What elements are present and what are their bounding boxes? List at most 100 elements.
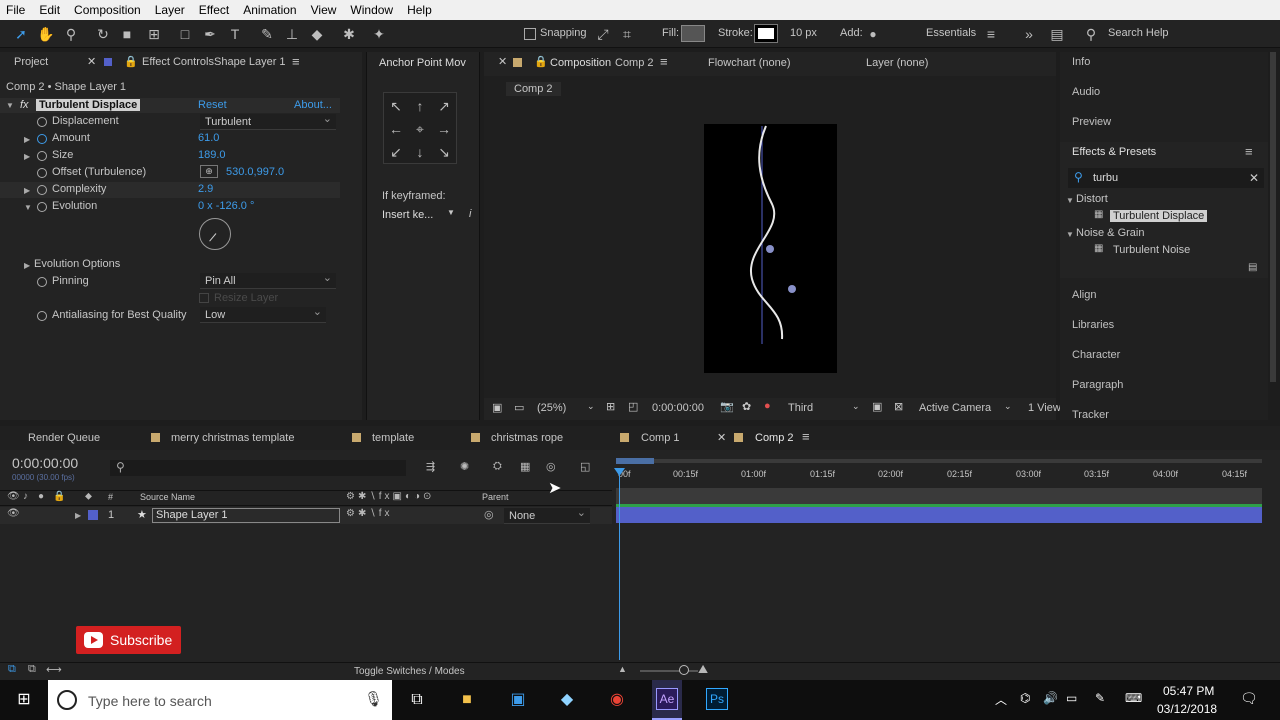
keyboard-icon[interactable]: ⌨ bbox=[1125, 691, 1142, 705]
snapping-checkbox[interactable] bbox=[524, 28, 536, 40]
transparency-grid-icon[interactable]: ⊠ bbox=[894, 400, 903, 413]
menu-edit[interactable]: Edit bbox=[39, 3, 60, 17]
tab-template[interactable]: template bbox=[372, 432, 414, 444]
grid-icon[interactable]: ⊞ bbox=[606, 400, 615, 413]
size-value[interactable]: 189.0 bbox=[198, 149, 226, 161]
pinning-dropdown[interactable]: Pin All bbox=[200, 270, 336, 289]
expand-triangle-icon[interactable]: ▶ bbox=[24, 135, 30, 144]
panel-effects-presets[interactable]: Effects & Presets bbox=[1072, 146, 1156, 158]
stroke-swatch[interactable] bbox=[754, 24, 778, 43]
toggle-switches-modes-button[interactable]: Toggle Switches / Modes bbox=[354, 666, 465, 677]
arrow-s-icon[interactable]: ↓ bbox=[411, 143, 429, 161]
menu-help[interactable]: Help bbox=[407, 3, 432, 17]
stopwatch-icon[interactable] bbox=[37, 185, 47, 195]
displacement-dropdown[interactable]: Turbulent bbox=[200, 111, 336, 130]
work-area-bar[interactable] bbox=[654, 459, 1262, 463]
color-channel-icon[interactable]: ● bbox=[764, 400, 771, 412]
stopwatch-icon[interactable] bbox=[37, 202, 47, 212]
dropdown-arrow-icon[interactable]: ⌄ bbox=[1004, 401, 1012, 412]
lock-column-icon[interactable]: 🔒 bbox=[53, 491, 65, 502]
motion-blur-icon[interactable]: ◎ bbox=[546, 460, 556, 473]
menu-animation[interactable]: Animation bbox=[243, 3, 296, 17]
show-hidden-icons[interactable]: ︿ bbox=[995, 691, 1007, 708]
insert-keyframe-dropdown[interactable]: Insert ke... bbox=[382, 209, 433, 221]
zoom-in-icon[interactable]: ⛰ bbox=[698, 662, 708, 677]
tab-composition-name[interactable]: Comp 2 bbox=[615, 57, 654, 69]
fill-label[interactable]: Fill: bbox=[662, 27, 679, 39]
tab-project[interactable]: Project bbox=[14, 56, 48, 68]
effect-turbulent-noise[interactable]: Turbulent Noise bbox=[1113, 244, 1190, 256]
draft-3d-icon[interactable]: ✺ bbox=[460, 460, 469, 473]
camera-dropdown[interactable]: Active Camera bbox=[919, 402, 991, 414]
lock-icon[interactable]: 🔒 bbox=[124, 55, 138, 68]
show-channel-icon[interactable]: ✿ bbox=[742, 400, 751, 413]
expand-triangle-icon[interactable]: ▶ bbox=[75, 511, 81, 520]
panel-info[interactable]: Info bbox=[1072, 56, 1090, 68]
zoom-dropdown[interactable]: (25%) bbox=[537, 402, 566, 414]
panel-align[interactable]: Align bbox=[1072, 289, 1096, 301]
subscribe-button[interactable]: Subscribe bbox=[76, 626, 181, 654]
layer-switches-icon[interactable]: ⚙✱∖fx bbox=[346, 508, 393, 519]
chrome-icon[interactable]: ◉ bbox=[605, 688, 629, 712]
effect-turbulent-displace[interactable]: Turbulent Displace bbox=[1110, 210, 1208, 222]
tab-christmas-rope[interactable]: christmas rope bbox=[491, 432, 563, 444]
tab-effect-controls[interactable]: Effect Controls bbox=[142, 56, 214, 68]
stopwatch-icon[interactable] bbox=[37, 117, 47, 127]
snap-options-icon[interactable]: ⤢ bbox=[594, 25, 612, 43]
about-link[interactable]: About... bbox=[294, 99, 332, 111]
clock-date[interactable]: 03/12/2018 bbox=[1157, 702, 1217, 716]
zoom-out-icon[interactable]: ▲ bbox=[618, 664, 627, 674]
solo-icon[interactable]: ● bbox=[38, 491, 44, 502]
expand-triangle-icon[interactable]: ▶ bbox=[24, 152, 30, 161]
effect-name[interactable]: Turbulent Displace bbox=[36, 99, 141, 111]
panel-layout-icon[interactable]: ▤ bbox=[1048, 25, 1066, 43]
evolution-value[interactable]: 0 x -126.0 ° bbox=[198, 200, 254, 212]
workspace-menu-icon[interactable]: ≡ bbox=[982, 25, 1000, 43]
comp-canvas[interactable] bbox=[704, 124, 837, 373]
pan-behind-tool-icon[interactable]: ⊞ bbox=[145, 25, 163, 43]
playhead[interactable] bbox=[619, 470, 620, 660]
collapse-triangle-icon[interactable]: ▼ bbox=[6, 101, 14, 110]
dropdown-arrow-icon[interactable]: ▼ bbox=[447, 208, 455, 217]
lock-icon[interactable]: 🔒 bbox=[534, 55, 548, 68]
volume-icon[interactable]: 🔊 bbox=[1043, 691, 1058, 705]
stopwatch-icon[interactable] bbox=[37, 134, 47, 144]
menu-layer[interactable]: Layer bbox=[155, 3, 185, 17]
add-menu-icon[interactable]: ● bbox=[864, 25, 882, 43]
comp-mini-flowchart-icon[interactable]: ⇶ bbox=[426, 460, 435, 473]
evolution-dial[interactable] bbox=[199, 218, 231, 250]
anchor-panel-title[interactable]: Anchor Point Mov bbox=[379, 57, 466, 69]
panel-tracker[interactable]: Tracker bbox=[1072, 409, 1109, 421]
brush-tool-icon[interactable]: ✎ bbox=[258, 25, 276, 43]
search-help-input[interactable]: Search Help bbox=[1108, 27, 1169, 39]
arrow-e-icon[interactable]: → bbox=[435, 120, 453, 138]
windows-start-icon[interactable]: ⊞ bbox=[12, 688, 36, 712]
roto-brush-tool-icon[interactable]: ✱ bbox=[340, 25, 358, 43]
dropdown-arrow-icon[interactable]: ⌄ bbox=[587, 401, 595, 412]
panel-character[interactable]: Character bbox=[1072, 349, 1120, 361]
tab-comp-1[interactable]: Comp 1 bbox=[641, 432, 680, 444]
crosshair-icon[interactable]: ⊕ bbox=[200, 165, 218, 178]
antialiasing-dropdown[interactable]: Low bbox=[200, 304, 326, 323]
menu-view[interactable]: View bbox=[311, 3, 337, 17]
app-icon[interactable]: ◆ bbox=[555, 688, 579, 712]
stroke-width-value[interactable]: 10 px bbox=[790, 27, 817, 39]
puppet-pin-tool-icon[interactable]: ✦ bbox=[370, 25, 388, 43]
resize-layer-checkbox[interactable] bbox=[199, 293, 209, 303]
info-icon[interactable]: i bbox=[469, 208, 471, 220]
eraser-tool-icon[interactable]: ◆ bbox=[308, 25, 326, 43]
timeline-zoom-slider[interactable] bbox=[640, 670, 698, 672]
file-explorer-icon[interactable]: ■ bbox=[455, 688, 479, 712]
reset-link[interactable]: Reset bbox=[198, 99, 227, 111]
label-color-swatch[interactable] bbox=[88, 510, 98, 520]
pen-icon[interactable]: ✎ bbox=[1095, 691, 1105, 705]
arrow-nw-icon[interactable]: ↖ bbox=[387, 97, 405, 115]
expand-triangle-icon[interactable]: ▶ bbox=[24, 186, 30, 195]
tab-flowchart[interactable]: Flowchart (none) bbox=[708, 57, 791, 69]
collapse-triangle-icon[interactable]: ▼ bbox=[1066, 196, 1074, 205]
type-tool-icon[interactable]: T bbox=[226, 25, 244, 43]
clock-time[interactable]: 05:47 PM bbox=[1163, 684, 1214, 698]
resolution-dropdown[interactable]: Third bbox=[788, 402, 813, 414]
arrow-sw-icon[interactable]: ↙ bbox=[387, 143, 405, 161]
store-icon[interactable]: ▣ bbox=[506, 688, 530, 712]
